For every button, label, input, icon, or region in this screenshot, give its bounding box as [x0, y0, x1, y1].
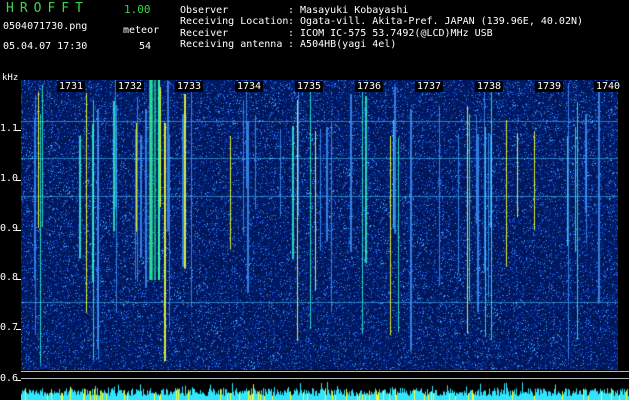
- time-label: 1740: [594, 81, 623, 92]
- baseline-line: [21, 371, 629, 372]
- spectrogram-canvas: [21, 80, 618, 370]
- app-version: 1.00: [124, 3, 151, 16]
- record-datetime: 05.04.07 17:30: [3, 41, 88, 52]
- antenna-label: Receiving antenna: [180, 39, 283, 50]
- time-label: 1734: [235, 81, 264, 92]
- observer-label: Observer: [180, 5, 229, 16]
- image-filename: 0504071730.png: [3, 21, 88, 32]
- location-value: : Ogata-vill. Akita-Pref. JAPAN (139.96E…: [288, 16, 584, 27]
- y-tick-label: 0.9: [0, 223, 19, 234]
- meteor-count: 54: [139, 41, 152, 52]
- antenna-value: : A504HB(yagi 4el): [288, 39, 397, 50]
- time-label: 1735: [295, 81, 324, 92]
- app-title: HROFFT: [6, 1, 89, 16]
- time-label: 1733: [175, 81, 204, 92]
- time-label: 1739: [535, 81, 564, 92]
- observer-value: : Masayuki Kobayashi: [288, 5, 409, 16]
- time-label: 1737: [415, 81, 444, 92]
- y-tick-label: 1.1: [0, 123, 19, 134]
- receiver-label: Receiver: [180, 28, 229, 39]
- receiver-value: : ICOM IC-575 53.7492(@LCD)MHz USB: [288, 28, 493, 39]
- y-tick-label: 0.7: [0, 322, 19, 333]
- y-tick-label: 0.8: [0, 272, 19, 283]
- baseline-line: [21, 378, 629, 379]
- y-tick-label: 1.0: [0, 173, 19, 184]
- frequency-unit: kHz: [2, 73, 19, 83]
- location-label: Receiving Location: [180, 16, 289, 27]
- signal-level-strip: [21, 381, 629, 400]
- time-label: 1736: [355, 81, 384, 92]
- time-label: 1732: [116, 81, 145, 92]
- mode-label: meteor: [123, 25, 160, 36]
- hrofft-window: HROFFT 1.00 0504071730.png meteor 05.04.…: [0, 0, 629, 400]
- time-label: 1731: [57, 81, 86, 92]
- time-label: 1738: [475, 81, 504, 92]
- y-tick-label: 0.6: [0, 373, 19, 384]
- spectrogram-plot: 1731 1732 1733 1734 1735 1736 1737 1738 …: [21, 80, 623, 370]
